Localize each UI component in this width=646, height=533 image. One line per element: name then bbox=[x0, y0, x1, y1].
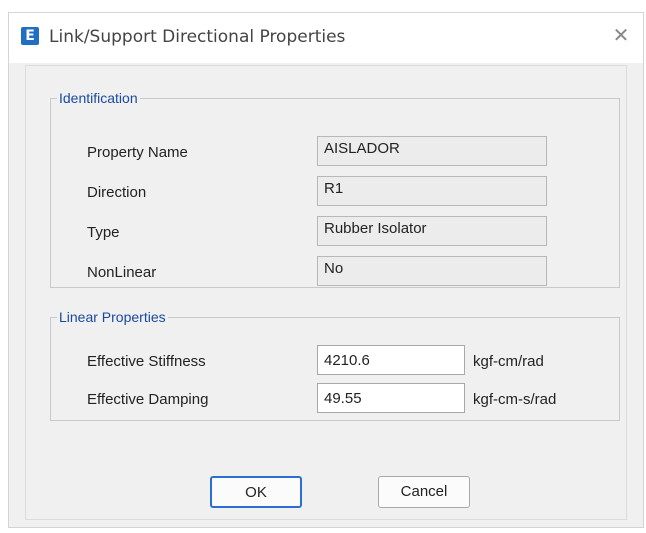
dialog-window: E Link/Support Directional Properties ✕ … bbox=[8, 12, 644, 528]
direction-label: Direction bbox=[87, 184, 147, 201]
cancel-button[interactable]: Cancel bbox=[378, 476, 470, 508]
effective-stiffness-label: Effective Stiffness bbox=[87, 353, 206, 370]
dialog-title: Link/Support Directional Properties bbox=[49, 27, 346, 47]
nonlinear-field: No bbox=[317, 256, 547, 286]
effective-damping-label: Effective Damping bbox=[87, 391, 209, 408]
identification-legend: Identification bbox=[59, 90, 138, 106]
direction-field: R1 bbox=[317, 176, 547, 206]
linear-properties-legend: Linear Properties bbox=[59, 309, 166, 325]
linear-properties-group: Linear Properties Effective Stiffness kg… bbox=[50, 309, 620, 421]
type-label: Type bbox=[87, 224, 120, 241]
identification-group: Identification Property Name AISLADOR Di… bbox=[50, 90, 620, 288]
effective-stiffness-input[interactable] bbox=[317, 345, 465, 375]
property-name-label: Property Name bbox=[87, 144, 188, 161]
close-button[interactable]: ✕ bbox=[609, 23, 633, 47]
ok-button[interactable]: OK bbox=[210, 476, 302, 508]
property-name-field: AISLADOR bbox=[317, 136, 547, 166]
nonlinear-label: NonLinear bbox=[87, 264, 157, 281]
title-bar: E Link/Support Directional Properties ✕ bbox=[9, 13, 643, 63]
effective-stiffness-unit: kgf-cm/rad bbox=[473, 353, 544, 370]
close-icon: ✕ bbox=[612, 23, 630, 47]
app-logo-icon: E bbox=[21, 27, 39, 45]
type-field: Rubber Isolator bbox=[317, 216, 547, 246]
effective-damping-input[interactable] bbox=[317, 383, 465, 413]
effective-damping-unit: kgf-cm-s/rad bbox=[473, 391, 557, 408]
dialog-body: Identification Property Name AISLADOR Di… bbox=[25, 65, 627, 520]
